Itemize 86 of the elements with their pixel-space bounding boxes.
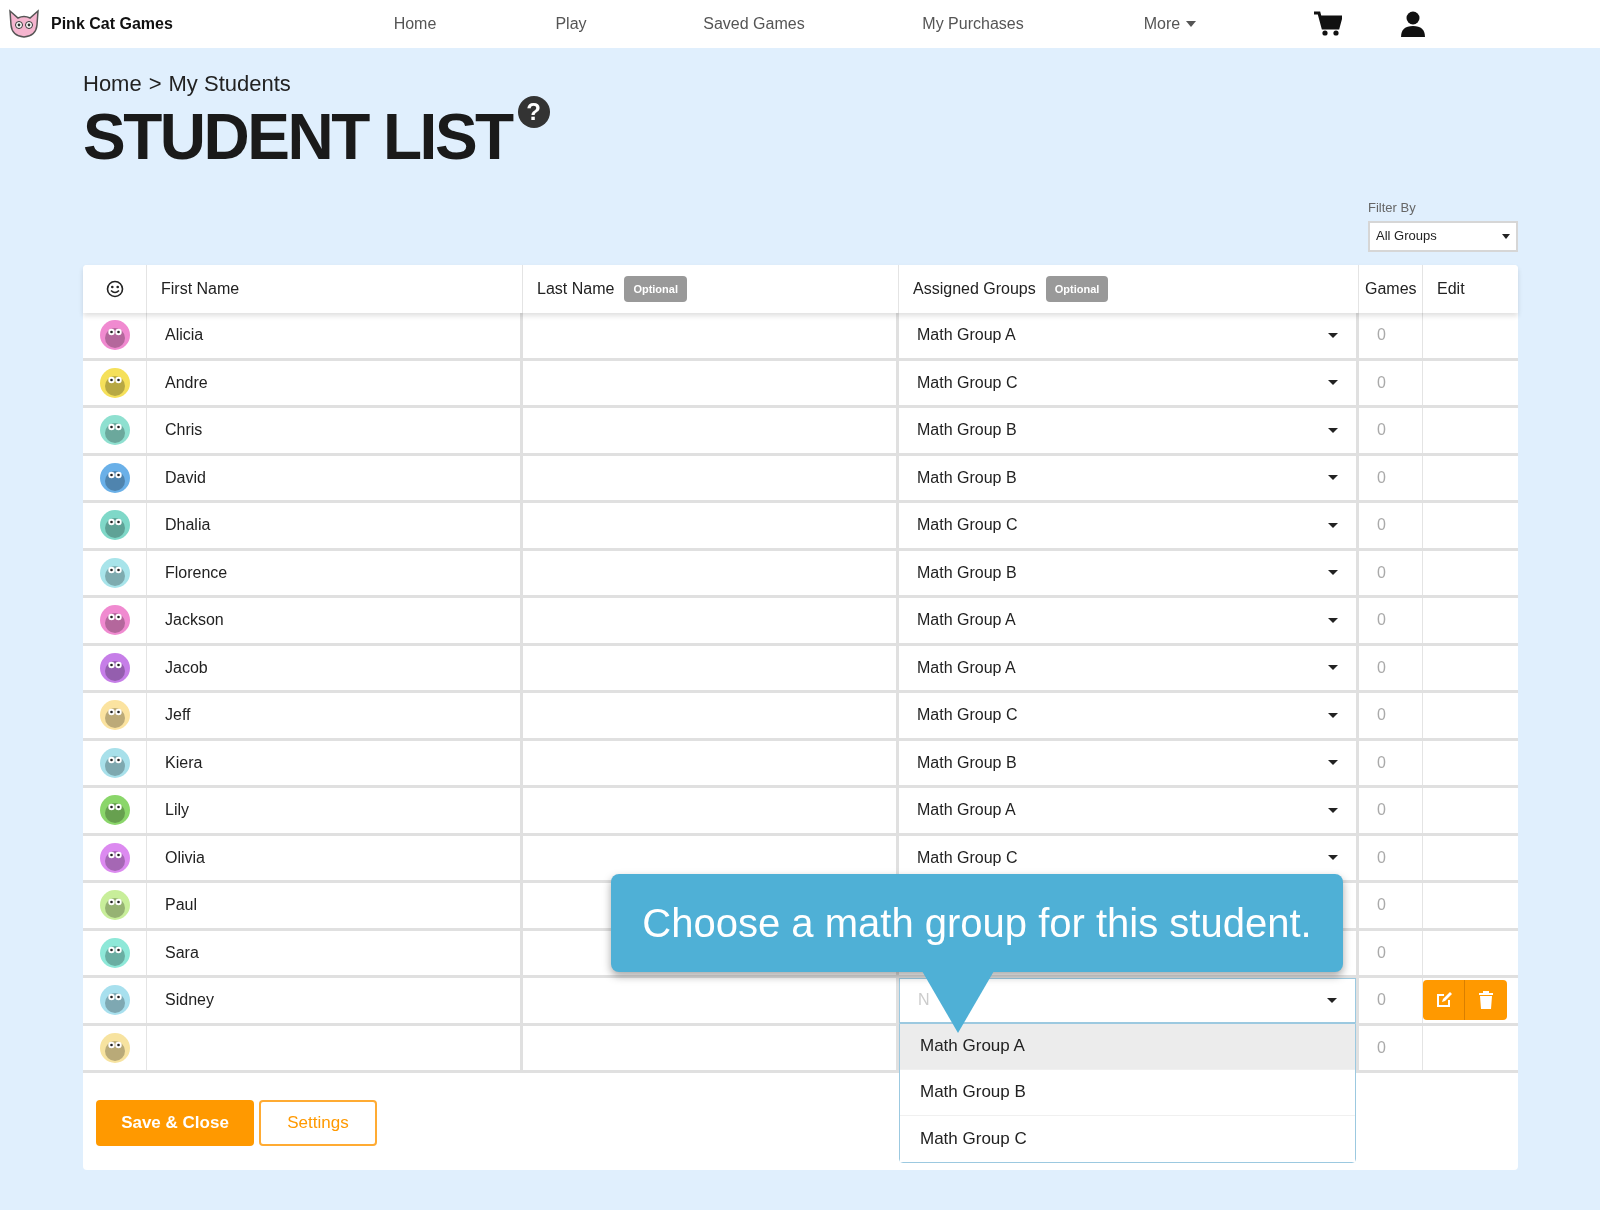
games-count: 0 <box>1377 1037 1386 1058</box>
breadcrumb-current: My Students <box>168 69 291 98</box>
caret-icon <box>1328 712 1338 718</box>
caret-icon <box>1328 475 1338 481</box>
caret-icon <box>1328 760 1338 766</box>
column-header: Edit <box>1437 279 1465 299</box>
nav-link[interactable]: My Purchases <box>893 12 1053 36</box>
nav-link[interactable]: Saved Games <box>680 12 828 36</box>
dropdown-option[interactable]: Math Group A <box>900 1023 1355 1070</box>
column-header: Last Name <box>537 279 615 299</box>
optional-badge: Optional <box>1045 275 1109 303</box>
first-name-field[interactable]: Olivia <box>147 835 523 880</box>
caret-icon <box>1328 332 1338 338</box>
caret-icon <box>1328 855 1338 861</box>
breadcrumb-link[interactable]: Home <box>83 66 142 100</box>
caret-icon <box>1328 570 1338 576</box>
cart-icon[interactable] <box>1314 11 1342 37</box>
games-count: 0 <box>1377 325 1386 346</box>
games-count: 0 <box>1377 942 1386 963</box>
smiley-icon <box>105 280 124 298</box>
games-count: 0 <box>1377 372 1386 393</box>
group-select[interactable]: Math Group C <box>899 360 1356 405</box>
user-icon[interactable] <box>1400 11 1426 37</box>
first-name-field[interactable]: Andre <box>147 360 523 405</box>
group-select[interactable]: Math Group A <box>899 788 1356 833</box>
group-select[interactable]: Math Group B <box>899 408 1356 453</box>
nav-link[interactable]: Play <box>516 12 626 36</box>
caret-icon <box>1502 233 1510 239</box>
games-count: 0 <box>1377 705 1386 726</box>
games-count: 0 <box>1377 420 1386 441</box>
first-name-field[interactable]: Jeff <box>147 693 523 738</box>
first-name-field[interactable]: David <box>147 455 523 500</box>
games-count: 0 <box>1377 467 1386 488</box>
first-name-field[interactable]: Sidney <box>147 978 523 1023</box>
first-name-field[interactable]: Florence <box>147 550 523 595</box>
first-name-field[interactable]: Chris <box>147 408 523 453</box>
optional-badge: Optional <box>624 275 687 303</box>
caret-icon <box>1328 617 1338 623</box>
group-select[interactable]: Math Group A <box>899 598 1356 643</box>
first-name-field[interactable]: Sara <box>147 930 523 975</box>
group-select[interactable]: Math Group C <box>899 835 1356 880</box>
page-title: STUDENT LIST <box>83 104 512 170</box>
column-header: Assigned Groups <box>913 279 1036 299</box>
group-select[interactable]: Math Group A <box>899 313 1356 358</box>
group-select[interactable]: Math Group B <box>899 550 1356 595</box>
column-header: Games <box>1365 279 1417 299</box>
games-count: 0 <box>1377 752 1386 773</box>
logo-icon[interactable] <box>7 9 41 39</box>
first-name-field[interactable]: Lily <box>147 788 523 833</box>
games-count: 0 <box>1377 657 1386 678</box>
delete-button[interactable] <box>1465 980 1507 1021</box>
nav-link[interactable]: Home <box>360 12 470 36</box>
caret-icon <box>1186 21 1197 27</box>
column-header: First Name <box>161 279 240 299</box>
caret-icon <box>1328 807 1338 813</box>
first-name-field[interactable]: Jacob <box>147 645 523 690</box>
games-count: 0 <box>1377 895 1386 916</box>
caret-icon <box>1327 997 1337 1003</box>
games-count: 0 <box>1377 562 1386 583</box>
brand-link[interactable]: Pink Cat Games <box>51 12 360 36</box>
trash-icon <box>1478 990 1494 1011</box>
first-name-field[interactable]: Kiera <box>147 740 523 785</box>
games-count: 0 <box>1377 610 1386 631</box>
first-name-field[interactable]: Alicia <box>147 313 523 358</box>
nav-link[interactable]: More <box>1110 12 1230 36</box>
edit-button[interactable] <box>1423 980 1465 1021</box>
caret-icon <box>1328 380 1338 386</box>
first-name-field[interactable]: Jackson <box>147 598 523 643</box>
games-count: 0 <box>1377 990 1386 1011</box>
games-count: 0 <box>1377 515 1386 536</box>
first-name-field[interactable]: Dhalia <box>147 503 523 548</box>
caret-icon <box>1328 427 1338 433</box>
breadcrumb-separator: > <box>148 69 162 98</box>
first-name-field[interactable]: Paul <box>147 883 523 928</box>
group-select[interactable]: Math Group C <box>899 503 1356 548</box>
caret-icon <box>1328 665 1338 671</box>
group-select[interactable]: Math Group B <box>899 740 1356 785</box>
caret-icon <box>1328 522 1338 528</box>
games-count: 0 <box>1377 847 1386 868</box>
games-count: 0 <box>1377 800 1386 821</box>
group-select[interactable]: Math Group A <box>899 645 1356 690</box>
group-select[interactable]: Math Group B <box>899 455 1356 500</box>
help-icon[interactable]: ? <box>517 96 550 128</box>
group-select[interactable]: Math Group C <box>899 693 1356 738</box>
filter-select[interactable]: All Groups <box>1368 220 1518 252</box>
filter-label: Filter By <box>1368 199 1417 217</box>
